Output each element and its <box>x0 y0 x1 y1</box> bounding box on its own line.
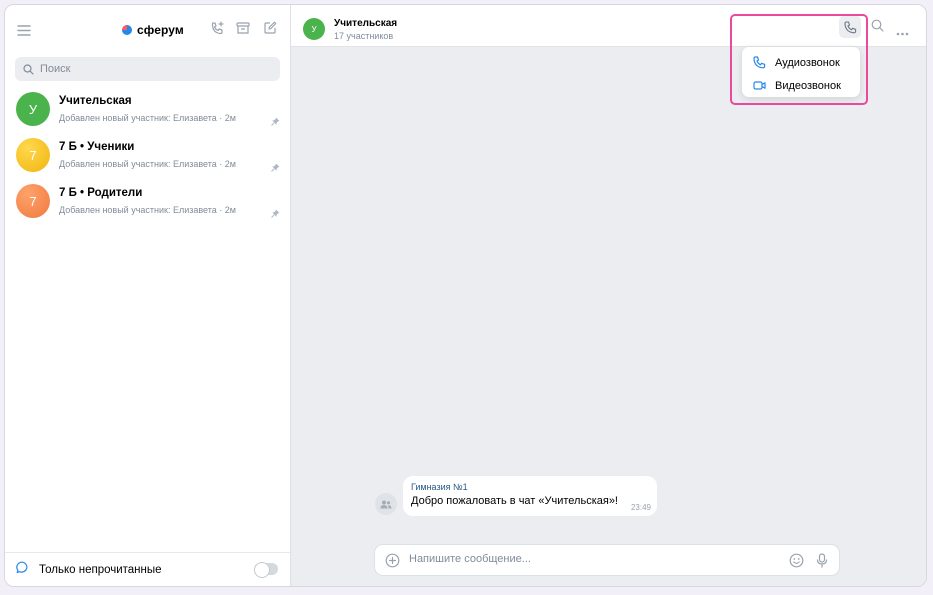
chat-title: 7 Б • Родители <box>59 187 143 199</box>
message-input[interactable] <box>409 553 769 565</box>
chat-panel: У Учительская 17 участников Аудиозвонок … <box>291 5 926 586</box>
chat-avatar: 7 <box>16 138 50 172</box>
app-logo: сферум <box>122 23 184 37</box>
message-composer <box>374 544 840 576</box>
search-box[interactable] <box>15 57 280 81</box>
microphone-icon[interactable] <box>816 553 828 573</box>
chat-title: 7 Б • Ученики <box>59 141 135 153</box>
chat-title: Учительская <box>59 95 132 107</box>
new-call-icon[interactable] <box>210 21 225 41</box>
chat-avatar: У <box>16 92 50 126</box>
message-time: 23:49 <box>630 503 651 512</box>
sender-avatar <box>375 493 397 515</box>
chat-preview: Добавлен новый участник: Елизавета · 2м <box>59 113 236 123</box>
unread-filter: Только непрочитанные <box>5 552 290 586</box>
pin-icon <box>271 159 280 177</box>
message-sender[interactable]: Гимназия №1 <box>411 482 649 492</box>
message-bubble-icon <box>16 561 29 579</box>
unread-only-label: Только непрочитанные <box>39 563 162 576</box>
chat-list-item[interactable]: 7 7 Б • Ученики Добавлен новый участник:… <box>5 135 290 181</box>
chat-preview: Добавлен новый участник: Елизавета · 2м <box>59 205 236 215</box>
chat-header-subtitle: 17 участников <box>334 31 394 41</box>
chat-list-item[interactable]: У Учительская Добавлен новый участник: Е… <box>5 89 290 135</box>
message-text: Добро пожаловать в чат «Учительская»! <box>411 495 618 507</box>
highlight-frame <box>730 14 868 105</box>
search-icon <box>23 63 34 75</box>
message-bubble[interactable]: Гимназия №1 Добро пожаловать в чат «Учит… <box>403 476 657 516</box>
chat-list-item[interactable]: 7 7 Б • Родители Добавлен новый участник… <box>5 181 290 227</box>
pin-icon <box>271 205 280 223</box>
chat-preview: Добавлен новый участник: Елизавета · 2м <box>59 159 236 169</box>
chat-header-title[interactable]: Учительская <box>334 18 397 29</box>
app-name: сферум <box>137 23 184 37</box>
sferum-logo-icon <box>122 25 132 35</box>
compose-icon[interactable] <box>263 21 277 40</box>
search-icon[interactable] <box>871 19 884 37</box>
app-window: сферум У Учительская Добавлен новый учас… <box>4 4 927 587</box>
sidebar-header: сферум <box>5 5 290 51</box>
search-input[interactable] <box>40 63 260 75</box>
sidebar: сферум У Учительская Добавлен новый учас… <box>5 5 291 586</box>
emoji-icon[interactable] <box>789 553 804 573</box>
more-icon[interactable] <box>896 23 909 41</box>
chat-avatar: 7 <box>16 184 50 218</box>
archive-icon[interactable] <box>236 21 250 40</box>
menu-icon[interactable] <box>17 23 31 41</box>
attach-icon[interactable] <box>385 553 400 573</box>
pin-icon <box>271 113 280 131</box>
group-icon <box>380 500 392 508</box>
chat-list: У Учительская Добавлен новый участник: Е… <box>5 89 290 227</box>
unread-only-toggle[interactable] <box>254 562 278 578</box>
chat-header-avatar[interactable]: У <box>303 18 325 40</box>
